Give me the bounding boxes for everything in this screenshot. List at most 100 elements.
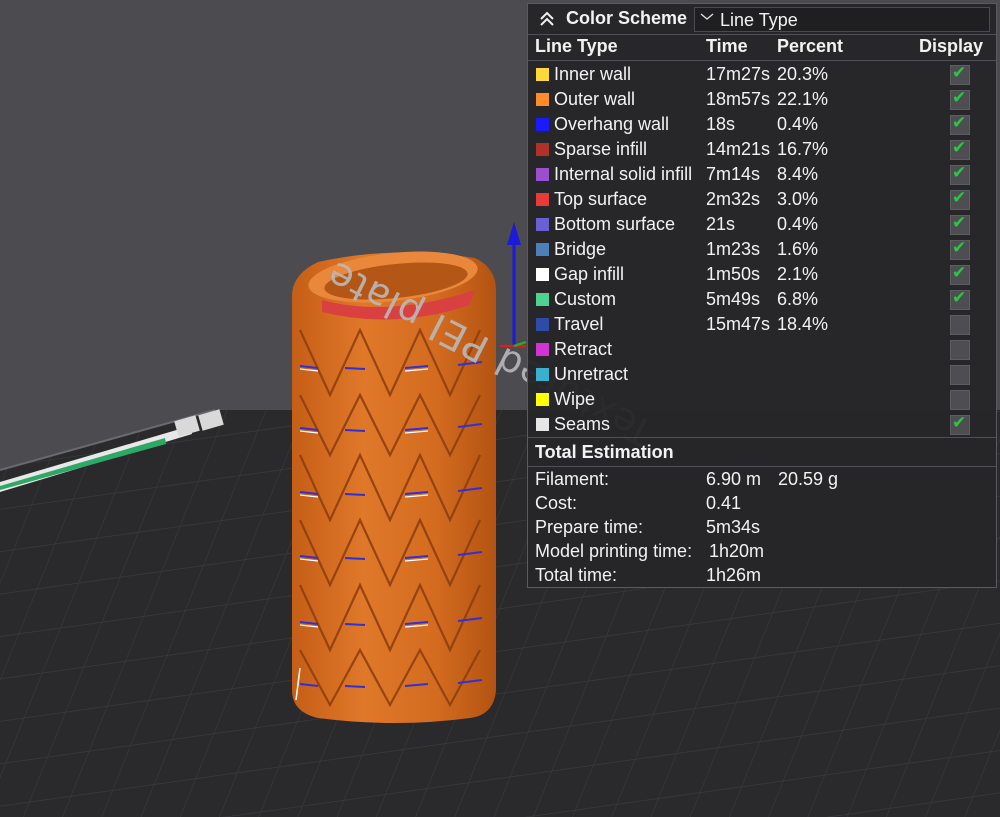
line-type-row: Wipe: [528, 387, 996, 412]
display-checkbox[interactable]: ✔: [950, 263, 970, 285]
display-checkbox[interactable]: ✔: [950, 88, 970, 110]
color-swatch: [536, 368, 549, 381]
color-swatch: [536, 93, 549, 106]
checkmark-icon: ✔: [952, 163, 967, 182]
color-swatch: [536, 393, 549, 406]
checkmark-icon: ✔: [952, 238, 967, 257]
color-swatch: [536, 168, 549, 181]
display-checkbox[interactable]: ✔: [950, 413, 970, 435]
color-swatch: [536, 143, 549, 156]
filament-row: Filament: 6.90 m 20.59 g: [528, 468, 996, 492]
color-swatch: [536, 418, 549, 431]
model-printing-time-row: Model printing time: 1h20m: [528, 540, 996, 564]
line-type-time: 5m49s: [706, 289, 761, 309]
color-swatch: [536, 193, 549, 206]
line-type-percent: 3.0%: [777, 189, 819, 209]
line-type-name: Outer wall: [554, 89, 636, 109]
line-type-row: Outer wall 18m57s 22.1% ✔: [528, 87, 996, 112]
line-type-name: Internal solid infill: [554, 164, 693, 184]
line-type-time: 18s: [706, 114, 736, 134]
line-type-percent: 22.1%: [777, 89, 829, 109]
color-swatch: [536, 268, 549, 281]
line-type-row: Unretract: [528, 362, 996, 387]
filament-length: 6.90 m: [706, 469, 762, 489]
color-swatch: [536, 118, 549, 131]
cost-value: 0.41: [706, 493, 742, 513]
line-type-row: Top surface 2m32s 3.0% ✔: [528, 187, 996, 212]
line-type-time: 2m32s: [706, 189, 761, 209]
checkmark-icon: ✔: [952, 188, 967, 207]
color-swatch: [536, 293, 549, 306]
column-header-percent: Percent: [777, 36, 844, 56]
line-type-time: 21s: [706, 214, 736, 234]
filament-label: Filament:: [535, 469, 610, 489]
column-header-display: Display: [919, 36, 984, 56]
line-type-row: Gap infill 1m50s 2.1% ✔: [528, 262, 996, 287]
line-type-name: Bridge: [554, 239, 607, 259]
estimation-divider: [528, 466, 996, 467]
total-time-row: Total time: 1h26m: [528, 564, 996, 588]
line-type-name: Overhang wall: [554, 114, 670, 134]
model-printing-time-value: 1h20m: [709, 541, 765, 561]
legend-title: Color Scheme: [566, 8, 688, 28]
color-swatch: [536, 218, 549, 231]
display-checkbox[interactable]: [950, 390, 970, 410]
filament-weight: 20.59 g: [778, 469, 839, 489]
line-type-percent: 16.7%: [777, 139, 829, 159]
line-type-row: Bottom surface 21s 0.4% ✔: [528, 212, 996, 237]
display-checkbox[interactable]: [950, 365, 970, 385]
color-swatch: [536, 318, 549, 331]
color-swatch: [536, 343, 549, 356]
checkmark-icon: ✔: [952, 113, 967, 132]
total-time-label: Total time:: [535, 565, 618, 585]
line-type-percent: 1.6%: [777, 239, 819, 259]
display-checkbox[interactable]: [950, 340, 970, 360]
line-type-name: Unretract: [554, 364, 629, 384]
checkmark-icon: ✔: [952, 138, 967, 157]
line-type-percent: 18.4%: [777, 314, 829, 334]
line-type-row: Retract: [528, 337, 996, 362]
column-header-time: Time: [706, 36, 748, 56]
display-checkbox[interactable]: ✔: [950, 63, 970, 85]
line-type-row: Custom 5m49s 6.8% ✔: [528, 287, 996, 312]
line-type-name: Travel: [554, 314, 604, 334]
legend-header: Color Scheme Line Type: [528, 4, 996, 35]
line-type-name: Inner wall: [554, 64, 632, 84]
display-checkbox[interactable]: ✔: [950, 138, 970, 160]
collapse-icon[interactable]: [536, 9, 558, 31]
display-checkbox[interactable]: ✔: [950, 163, 970, 185]
line-type-row: Seams ✔: [528, 412, 996, 437]
display-checkbox[interactable]: ✔: [950, 213, 970, 235]
total-time-value: 1h26m: [706, 565, 762, 585]
cost-row: Cost: 0.41: [528, 492, 996, 516]
display-checkbox[interactable]: ✔: [950, 113, 970, 135]
line-type-time: 14m21s: [706, 139, 771, 159]
chevron-down-icon: [699, 9, 715, 28]
line-type-row: Overhang wall 18s 0.4% ✔: [528, 112, 996, 137]
line-type-percent: 6.8%: [777, 289, 819, 309]
line-type-percent: 0.4%: [777, 114, 819, 134]
total-estimation-title: Total Estimation: [535, 442, 674, 462]
display-checkbox[interactable]: [950, 315, 970, 335]
section-divider: [528, 437, 996, 438]
display-checkbox[interactable]: ✔: [950, 238, 970, 260]
line-type-name: Gap infill: [554, 264, 625, 284]
line-type-percent: 2.1%: [777, 264, 819, 284]
line-type-row: Sparse infill 14m21s 16.7% ✔: [528, 137, 996, 162]
model-printing-time-label: Model printing time:: [535, 541, 693, 561]
line-type-percent: 8.4%: [777, 164, 819, 184]
line-type-time: 7m14s: [706, 164, 761, 184]
column-header-line-type: Line Type: [535, 36, 618, 56]
prepare-time-label: Prepare time:: [535, 517, 644, 537]
legend-panel: Color Scheme Line Type Line Type Time Pe…: [527, 3, 997, 588]
line-type-percent: 0.4%: [777, 214, 819, 234]
color-scheme-value: Line Type: [720, 10, 798, 30]
color-scheme-select[interactable]: Line Type: [694, 7, 990, 32]
line-type-name: Top surface: [554, 189, 648, 209]
line-type-time: 18m57s: [706, 89, 771, 109]
checkmark-icon: ✔: [952, 288, 967, 307]
header-divider: [528, 60, 996, 61]
display-checkbox[interactable]: ✔: [950, 288, 970, 310]
line-type-percent: 20.3%: [777, 64, 829, 84]
display-checkbox[interactable]: ✔: [950, 188, 970, 210]
